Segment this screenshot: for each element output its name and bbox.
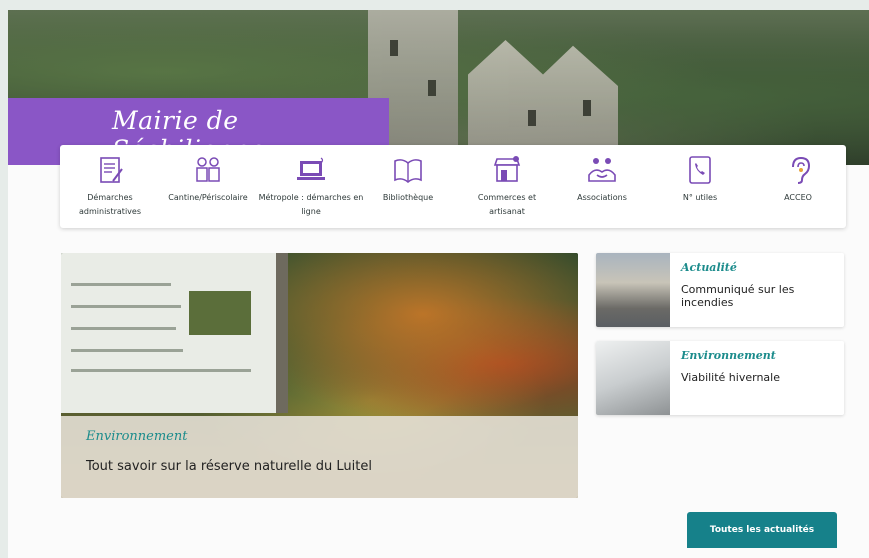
news-card[interactable]: Actualité Communiqué sur les incendies	[596, 253, 844, 327]
quick-link-cantine[interactable]: Cantine/Périscolaire	[162, 145, 254, 228]
quick-link-label: Démarches administratives	[79, 193, 141, 216]
handshake-icon	[588, 158, 616, 182]
info-board-image	[61, 253, 288, 413]
laptop-icon	[297, 157, 325, 180]
all-news-button[interactable]: Toutes les actualités	[687, 512, 837, 548]
quick-link-associations[interactable]: Associations	[562, 145, 642, 228]
quick-link-label: Métropole : démarches en ligne	[258, 193, 364, 216]
quick-link-label: N° utiles	[682, 193, 718, 202]
news-thumbnail	[596, 341, 670, 415]
quick-link-metropole[interactable]: Métropole : démarches en ligne	[256, 145, 366, 228]
children-icon	[196, 157, 220, 182]
featured-category: Environnement	[86, 429, 188, 444]
quick-link-demarches[interactable]: Démarches administratives	[70, 145, 150, 228]
ear-icon	[792, 156, 811, 184]
news-category: Actualité	[681, 261, 737, 274]
news-thumbnail	[596, 253, 670, 327]
book-icon	[394, 159, 422, 184]
news-category: Environnement	[681, 349, 776, 362]
page-frame: Mairie de Séchilienne Démarches administ…	[8, 10, 869, 558]
quick-link-label: Commerces et artisanat	[477, 193, 537, 216]
news-title[interactable]: Communiqué sur les incendies	[681, 283, 831, 309]
quick-link-acceo[interactable]: ACCEO	[758, 145, 838, 228]
quick-link-commerces[interactable]: Commerces et artisanat	[462, 145, 552, 228]
castle-ruin-image-2	[468, 40, 618, 155]
news-title[interactable]: Viabilité hivernale	[681, 371, 831, 384]
news-card[interactable]: Environnement Viabilité hivernale	[596, 341, 844, 415]
quick-links-bar: Démarches administratives Cantine/Périsc…	[60, 145, 846, 228]
quick-link-bibliotheque[interactable]: Bibliothèque	[368, 145, 448, 228]
featured-title[interactable]: Tout savoir sur la réserve naturelle du …	[86, 459, 372, 474]
featured-article-card[interactable]: Environnement Tout savoir sur la réserve…	[61, 253, 578, 498]
quick-link-label: Bibliothèque	[382, 193, 434, 202]
hero-banner: Mairie de Séchilienne	[8, 10, 869, 165]
featured-caption: Environnement Tout savoir sur la réserve…	[61, 416, 578, 498]
quick-link-label: Cantine/Périscolaire	[168, 193, 248, 202]
phone-icon	[689, 156, 711, 184]
document-icon	[100, 157, 123, 183]
quick-link-label: Associations	[577, 193, 627, 202]
quick-link-label: ACCEO	[784, 193, 812, 202]
quick-link-numeros-utiles[interactable]: N° utiles	[660, 145, 740, 228]
shop-icon	[493, 156, 521, 182]
